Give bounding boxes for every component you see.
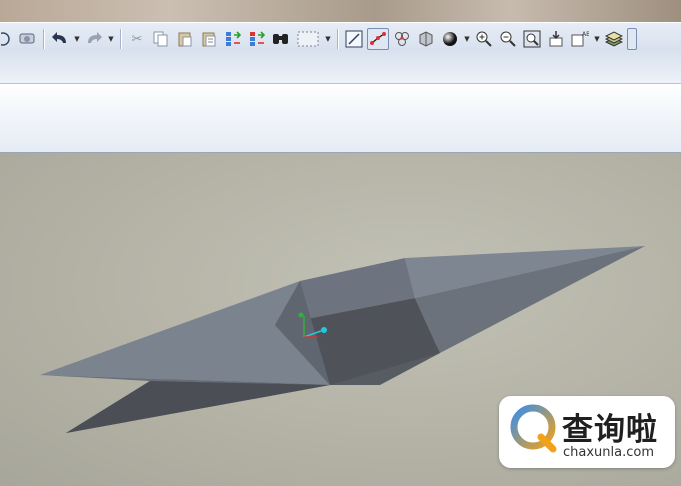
main-toolbar: ▼ ▼ ✂ ▼ ▼ AB ▼: [0, 22, 681, 84]
zoom-in-icon[interactable]: [473, 28, 495, 50]
cut-icon[interactable]: ✂: [126, 28, 148, 50]
toolbar-separator: [337, 29, 338, 49]
layers-icon[interactable]: [603, 28, 625, 50]
saved-views-icon[interactable]: AB: [569, 28, 591, 50]
axis-z-tip: [321, 327, 327, 333]
watermark-title: 查询啦: [562, 412, 658, 448]
undo-dropdown-icon[interactable]: ▼: [73, 35, 81, 43]
secondary-toolbar-area: [0, 84, 681, 153]
shading-icon[interactable]: [439, 28, 461, 50]
watermark-logo-icon: [510, 404, 557, 453]
zoom-out-icon[interactable]: [497, 28, 519, 50]
select-box-icon[interactable]: [294, 28, 322, 50]
reorient-icon[interactable]: [545, 28, 567, 50]
redo-icon[interactable]: [83, 28, 105, 50]
paste-special-icon[interactable]: [198, 28, 220, 50]
view-manager-icon[interactable]: [415, 28, 437, 50]
sketch-icon[interactable]: [343, 28, 365, 50]
spin-center-icon[interactable]: [391, 28, 413, 50]
undo-icon[interactable]: [49, 28, 71, 50]
saved-views-dropdown-icon[interactable]: ▼: [593, 35, 601, 43]
axis-y-tip: [298, 312, 304, 318]
regenerate-icon[interactable]: [222, 28, 244, 50]
open-file-icon[interactable]: [0, 28, 14, 50]
toolbar-separator: [120, 29, 121, 49]
copy-icon[interactable]: [150, 28, 172, 50]
select-dropdown-icon[interactable]: ▼: [324, 35, 332, 43]
watermark-badge: 查询啦 chaxunla.com: [499, 396, 675, 468]
shading-dropdown-icon[interactable]: ▼: [463, 35, 471, 43]
datum-display-icon[interactable]: [367, 28, 389, 50]
watermark-url: chaxunla.com: [563, 445, 654, 460]
find-icon[interactable]: [270, 28, 292, 50]
refit-icon[interactable]: [521, 28, 543, 50]
model-tree-icon[interactable]: [627, 28, 637, 50]
window-title-strip: [0, 0, 681, 22]
redo-dropdown-icon[interactable]: ▼: [107, 35, 115, 43]
paste-icon[interactable]: [174, 28, 196, 50]
toolbar-separator: [43, 29, 44, 49]
svg-text:AB: AB: [582, 31, 589, 38]
regenerate-manager-icon[interactable]: [246, 28, 268, 50]
print-icon[interactable]: [16, 28, 38, 50]
